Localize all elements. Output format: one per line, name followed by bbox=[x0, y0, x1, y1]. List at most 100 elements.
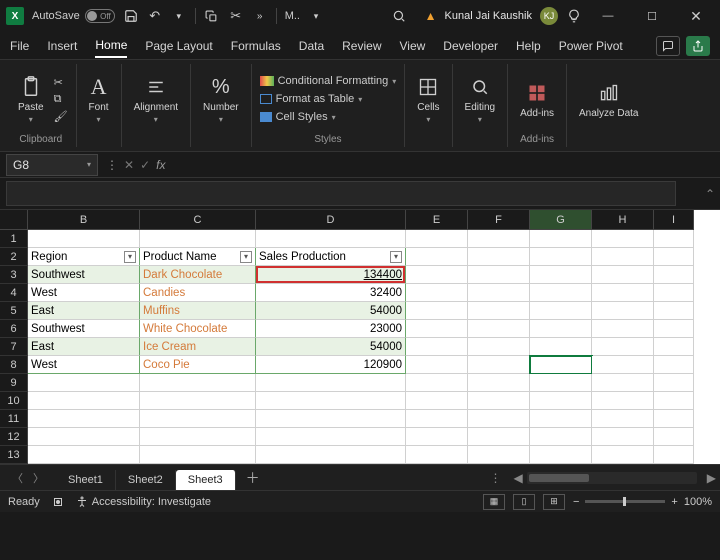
col-header-F[interactable]: F bbox=[468, 210, 530, 230]
paste-button[interactable]: Paste ▾ bbox=[14, 72, 48, 126]
zoom-out-icon[interactable]: − bbox=[573, 496, 579, 508]
cell[interactable] bbox=[468, 410, 530, 428]
cell[interactable] bbox=[468, 320, 530, 338]
filter-icon[interactable]: ▾ bbox=[390, 251, 402, 263]
copy-icon[interactable] bbox=[204, 8, 220, 24]
horizontal-scrollbar[interactable] bbox=[527, 472, 697, 484]
search-icon[interactable] bbox=[391, 8, 407, 24]
cell[interactable] bbox=[406, 320, 468, 338]
col-header-B[interactable]: B bbox=[28, 210, 140, 230]
name-box[interactable]: G8▾ bbox=[6, 154, 98, 176]
chevron-down-icon[interactable]: ▾ bbox=[308, 8, 324, 24]
cell[interactable] bbox=[530, 266, 592, 284]
cell-product[interactable]: Coco Pie bbox=[140, 356, 256, 374]
cell[interactable] bbox=[654, 428, 694, 446]
enter-formula-icon[interactable]: ✓ bbox=[140, 158, 150, 172]
user-name[interactable]: Kunal Jai Kaushik bbox=[445, 10, 532, 22]
cell[interactable] bbox=[530, 302, 592, 320]
cell[interactable] bbox=[592, 320, 654, 338]
lightbulb-icon[interactable] bbox=[566, 8, 582, 24]
col-header-G[interactable]: G bbox=[530, 210, 592, 230]
normal-view-button[interactable]: ▦ bbox=[483, 494, 505, 510]
cell-product[interactable]: Dark Chocolate bbox=[140, 266, 256, 284]
cell[interactable] bbox=[28, 428, 140, 446]
cell[interactable] bbox=[468, 392, 530, 410]
cell[interactable] bbox=[654, 356, 694, 374]
cell[interactable] bbox=[140, 374, 256, 392]
maximize-button[interactable]: ☐ bbox=[634, 2, 670, 30]
cell-product[interactable]: Ice Cream bbox=[140, 338, 256, 356]
editing-button[interactable]: Editing▾ bbox=[461, 72, 500, 126]
cell[interactable] bbox=[654, 302, 694, 320]
cell[interactable] bbox=[530, 248, 592, 266]
spreadsheet-grid[interactable]: 12345678910111213 BCDEFGHI Region▾Produc… bbox=[0, 210, 720, 464]
sheet-options-icon[interactable]: ⋮ bbox=[482, 471, 510, 485]
col-header-D[interactable]: D bbox=[256, 210, 406, 230]
macro-record-icon[interactable] bbox=[52, 496, 64, 508]
cell[interactable] bbox=[256, 446, 406, 464]
font-button[interactable]: A Font▾ bbox=[85, 72, 113, 126]
copy-icon[interactable]: ⧉ bbox=[54, 93, 68, 106]
cell-sales[interactable]: 54000 bbox=[256, 302, 406, 320]
cell[interactable] bbox=[256, 428, 406, 446]
cell-sales[interactable]: 54000 bbox=[256, 338, 406, 356]
cell[interactable] bbox=[530, 392, 592, 410]
cut-icon[interactable]: ✂ bbox=[228, 8, 244, 24]
row-header-2[interactable]: 2 bbox=[0, 248, 28, 266]
cell[interactable] bbox=[592, 302, 654, 320]
row-header-4[interactable]: 4 bbox=[0, 284, 28, 302]
row-header-13[interactable]: 13 bbox=[0, 446, 28, 464]
row-header-12[interactable]: 12 bbox=[0, 428, 28, 446]
tab-page-layout[interactable]: Page Layout bbox=[145, 35, 212, 57]
cell[interactable] bbox=[256, 392, 406, 410]
row-header-7[interactable]: 7 bbox=[0, 338, 28, 356]
cell[interactable] bbox=[140, 446, 256, 464]
cell[interactable] bbox=[28, 410, 140, 428]
cell[interactable] bbox=[530, 284, 592, 302]
cell[interactable] bbox=[592, 374, 654, 392]
cell[interactable] bbox=[406, 428, 468, 446]
zoom-control[interactable]: − + 100% bbox=[573, 496, 712, 508]
cell-styles-button[interactable]: Cell Styles▾ bbox=[260, 111, 397, 123]
undo-icon[interactable]: ↶ bbox=[147, 8, 163, 24]
cell[interactable] bbox=[592, 266, 654, 284]
cell-product[interactable]: Muffins bbox=[140, 302, 256, 320]
cell[interactable] bbox=[468, 248, 530, 266]
comments-button[interactable] bbox=[656, 36, 680, 56]
sheet-tab-2[interactable]: Sheet2 bbox=[116, 470, 176, 490]
cell[interactable] bbox=[28, 446, 140, 464]
cell[interactable] bbox=[654, 320, 694, 338]
cell[interactable] bbox=[406, 374, 468, 392]
cut-icon[interactable]: ✂ bbox=[54, 76, 68, 89]
cell[interactable] bbox=[256, 410, 406, 428]
alignment-button[interactable]: Alignment▾ bbox=[130, 72, 182, 126]
cell-sales[interactable]: 134400 bbox=[256, 266, 406, 284]
cell[interactable] bbox=[28, 392, 140, 410]
cell-region[interactable]: West bbox=[28, 284, 140, 302]
user-avatar[interactable]: KJ bbox=[540, 7, 558, 25]
cell[interactable] bbox=[28, 374, 140, 392]
cell[interactable] bbox=[530, 374, 592, 392]
chevron-down-icon[interactable]: ▾ bbox=[171, 8, 187, 24]
tab-help[interactable]: Help bbox=[516, 35, 541, 57]
cell[interactable] bbox=[406, 230, 468, 248]
zoom-level[interactable]: 100% bbox=[684, 496, 712, 508]
addins-button[interactable]: Add-ins bbox=[516, 78, 558, 121]
tab-power-pivot[interactable]: Power Pivot bbox=[559, 35, 623, 57]
cell[interactable] bbox=[592, 446, 654, 464]
tab-file[interactable]: File bbox=[10, 35, 29, 57]
scroll-left-icon[interactable]: ◀ bbox=[510, 471, 527, 485]
cell[interactable] bbox=[592, 428, 654, 446]
col-header-I[interactable]: I bbox=[654, 210, 694, 230]
close-button[interactable]: ✕ bbox=[678, 2, 714, 30]
tab-insert[interactable]: Insert bbox=[47, 35, 77, 57]
sheet-prev-icon[interactable]: 〈 bbox=[12, 470, 23, 486]
row-header-5[interactable]: 5 bbox=[0, 302, 28, 320]
cells-button[interactable]: Cells▾ bbox=[413, 72, 443, 126]
tab-developer[interactable]: Developer bbox=[443, 35, 498, 57]
cell[interactable] bbox=[256, 374, 406, 392]
cell[interactable] bbox=[654, 266, 694, 284]
row-header-6[interactable]: 6 bbox=[0, 320, 28, 338]
table-header[interactable]: Product Name▾ bbox=[140, 248, 256, 266]
row-header-3[interactable]: 3 bbox=[0, 266, 28, 284]
